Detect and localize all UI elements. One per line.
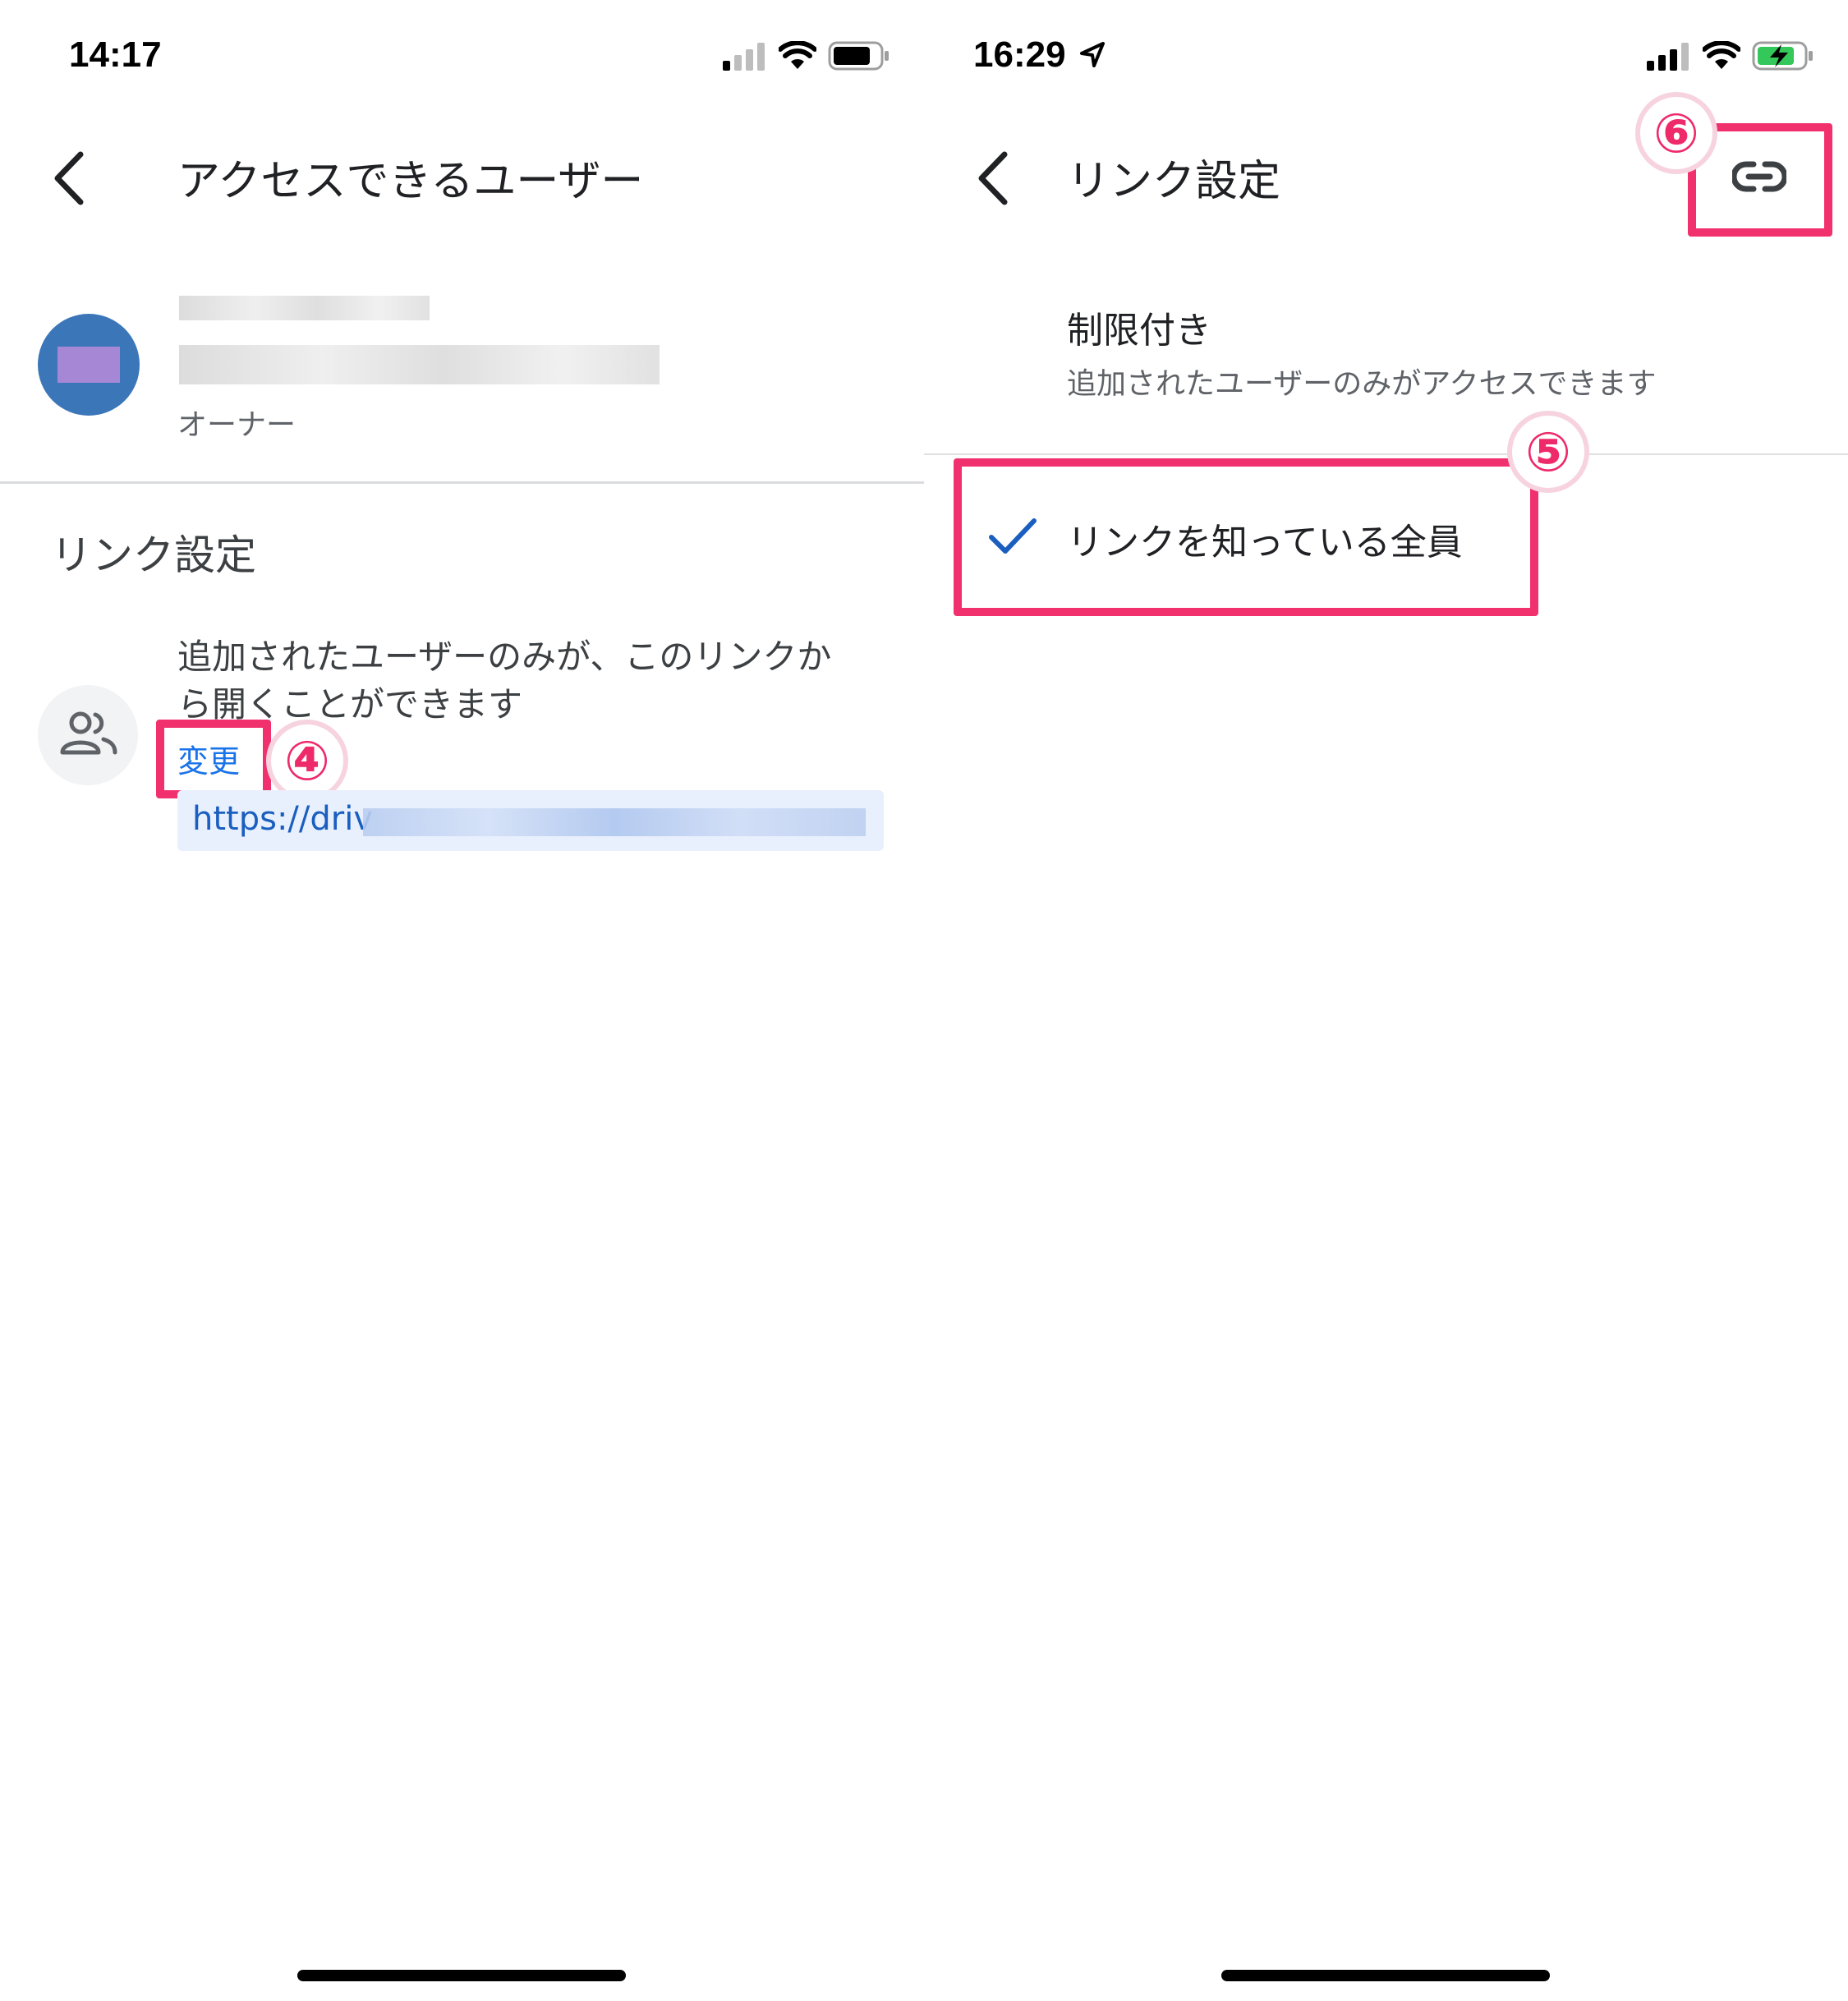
owner-email-redacted (179, 345, 660, 384)
owner-role: オーナー (177, 408, 297, 442)
back-chevron-icon[interactable] (51, 150, 87, 207)
back-chevron-icon[interactable] (975, 150, 1011, 207)
link-url-text: https://driv (192, 800, 373, 838)
wifi-icon (1703, 41, 1740, 69)
wifi-icon (779, 41, 816, 69)
owner-name-redacted (179, 296, 430, 320)
page-title: アクセスできるユーザー (177, 157, 644, 206)
divider (924, 453, 1848, 455)
home-indicator (1221, 1970, 1550, 1981)
step-5-badge: ⑤ (1507, 411, 1589, 493)
section-heading: リンク設定 (51, 531, 256, 579)
left-screen: 14:17 アクセスできるユーザー オーナー リンク設定 追加されたユーザーのみ… (0, 0, 924, 2001)
highlight-option (954, 458, 1538, 616)
step-4-badge: ④ (266, 720, 348, 802)
status-time: 14:17 (69, 34, 162, 75)
people-icon (60, 711, 117, 755)
option-restricted[interactable]: 制限付き 追加されたユーザーのみがアクセスできます (924, 279, 1848, 453)
page-title: リンク設定 (1067, 157, 1281, 206)
location-arrow-icon (1080, 42, 1105, 67)
status-time: 16:29 (973, 34, 1066, 75)
option-title: 制限付き (1067, 310, 1211, 352)
home-indicator (297, 1970, 626, 1981)
highlight-change (156, 720, 271, 798)
cellular-signal-icon (1647, 43, 1689, 71)
link-description-line1: 追加されたユーザーのみが、このリンクか (177, 637, 832, 677)
step-6-badge: ⑥ (1635, 92, 1717, 174)
avatar (38, 314, 140, 416)
cellular-signal-icon (723, 43, 765, 71)
right-screen: 16:29 リンク設定 ⑥ 制限付き 追加されたユーザーのみがアクセスできます (924, 0, 1848, 2001)
battery-icon (1752, 41, 1813, 71)
divider (0, 481, 924, 484)
battery-icon (828, 41, 889, 71)
link-url-chip[interactable]: https://driv (177, 790, 884, 851)
option-subtitle: 追加されたユーザーのみがアクセスできます (1067, 367, 1657, 401)
